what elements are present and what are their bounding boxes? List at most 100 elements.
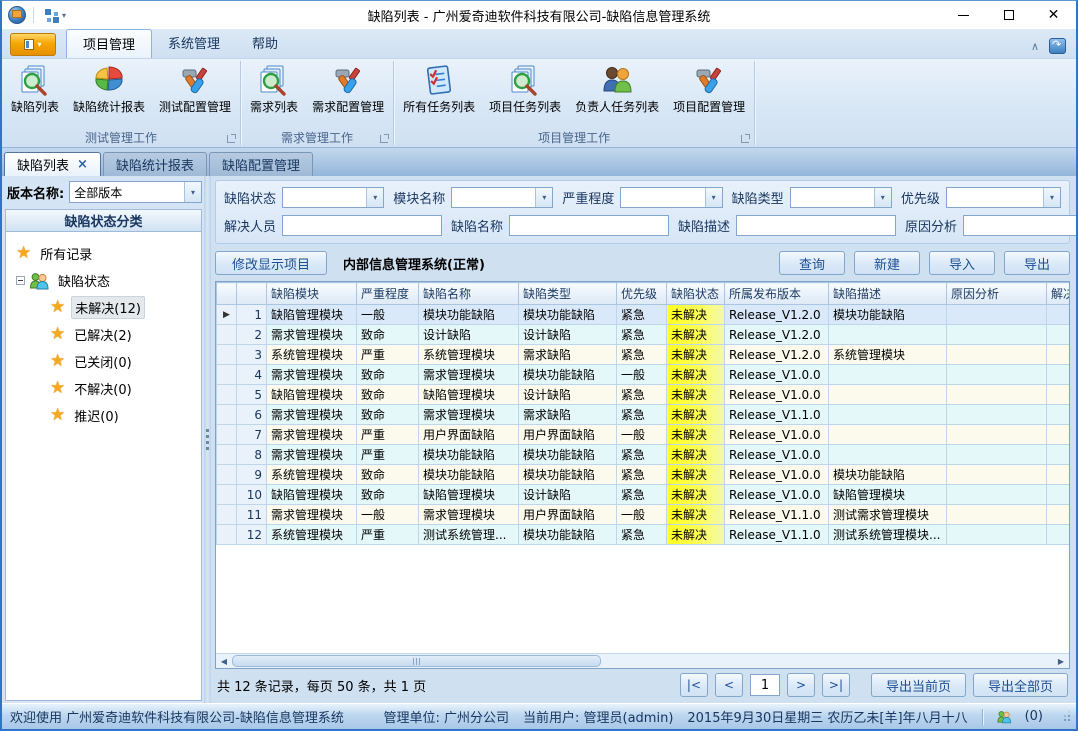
maximize-button[interactable]: [986, 1, 1031, 29]
cell-description[interactable]: 测试需求管理模块: [829, 505, 947, 525]
chevron-down-icon[interactable]: ▾: [874, 188, 891, 207]
cell-priority[interactable]: 一般: [617, 365, 667, 385]
cell-severity[interactable]: 致命: [357, 385, 419, 405]
application-menu-button[interactable]: ▾: [10, 33, 56, 56]
grid-column-header[interactable]: 缺陷模块: [267, 283, 357, 305]
document-tab[interactable]: 缺陷列表 ×: [4, 152, 101, 176]
cell-solution[interactable]: [1047, 485, 1070, 505]
cell-module[interactable]: 缺陷管理模块: [267, 305, 357, 325]
cell-status[interactable]: 未解决: [667, 345, 725, 365]
tree-item[interactable]: 缺陷状态: [16, 267, 197, 294]
cell-solution[interactable]: [1047, 345, 1070, 365]
table-row[interactable]: 10 缺陷管理模块 致命 缺陷管理模块 设计缺陷 紧急 未解决 Release_…: [217, 485, 1070, 505]
cell-description[interactable]: 缺陷管理模块: [829, 485, 947, 505]
cell-severity[interactable]: 严重: [357, 445, 419, 465]
cell-type[interactable]: 需求缺陷: [519, 345, 617, 365]
cell-severity[interactable]: 严重: [357, 425, 419, 445]
filter-input[interactable]: [736, 215, 896, 236]
next-page-button[interactable]: >: [787, 673, 815, 697]
grid-column-header[interactable]: 缺陷类型: [519, 283, 617, 305]
ribbon-button[interactable]: 项目配置管理: [666, 61, 752, 128]
cell-release[interactable]: Release_V1.0.0: [725, 465, 829, 485]
cell-release[interactable]: Release_V1.1.0: [725, 525, 829, 545]
cell-cause[interactable]: [947, 465, 1047, 485]
table-row[interactable]: 12 系统管理模块 严重 测试系统管理... 模块功能缺陷 紧急 未解决 Rel…: [217, 525, 1070, 545]
cell-severity[interactable]: 严重: [357, 525, 419, 545]
cell-status[interactable]: 未解决: [667, 485, 725, 505]
dialog-launcher-icon[interactable]: [380, 135, 388, 143]
action-button[interactable]: 新建: [854, 251, 920, 275]
ribbon-button[interactable]: 需求配置管理: [305, 61, 391, 128]
cell-severity[interactable]: 一般: [357, 305, 419, 325]
cell-cause[interactable]: [947, 325, 1047, 345]
cell-module[interactable]: 需求管理模块: [267, 445, 357, 465]
cell-module[interactable]: 系统管理模块: [267, 525, 357, 545]
cell-name[interactable]: 缺陷管理模块: [419, 485, 519, 505]
cell-cause[interactable]: [947, 505, 1047, 525]
tree-item[interactable]: ★ 推迟(0): [16, 402, 197, 429]
cell-release[interactable]: Release_V1.2.0: [725, 325, 829, 345]
table-row[interactable]: 3 系统管理模块 严重 系统管理模块 需求缺陷 紧急 未解决 Release_V…: [217, 345, 1070, 365]
cell-module[interactable]: 缺陷管理模块: [267, 485, 357, 505]
horizontal-scrollbar[interactable]: ◀ ▶: [216, 653, 1069, 668]
cell-priority[interactable]: 紧急: [617, 465, 667, 485]
cell-release[interactable]: Release_V1.0.0: [725, 445, 829, 465]
cell-type[interactable]: 模块功能缺陷: [519, 305, 617, 325]
grid-column-header[interactable]: 缺陷描述: [829, 283, 947, 305]
scrollbar-track[interactable]: [232, 654, 1053, 668]
cell-description[interactable]: [829, 365, 947, 385]
cell-solution[interactable]: [1047, 365, 1070, 385]
cell-module[interactable]: 需求管理模块: [267, 505, 357, 525]
chevron-down-icon[interactable]: ▾: [705, 188, 722, 207]
cell-status[interactable]: 未解决: [667, 405, 725, 425]
grid-column-header[interactable]: [237, 283, 267, 305]
cell-solution[interactable]: [1047, 465, 1070, 485]
cell-cause[interactable]: [947, 425, 1047, 445]
cell-description[interactable]: 模块功能缺陷: [829, 305, 947, 325]
cell-type[interactable]: 设计缺陷: [519, 485, 617, 505]
filter-input[interactable]: [963, 215, 1076, 236]
cell-description[interactable]: 系统管理模块: [829, 345, 947, 365]
filter-select[interactable]: ▾: [451, 187, 553, 208]
cell-status[interactable]: 未解决: [667, 465, 725, 485]
cell-cause[interactable]: [947, 345, 1047, 365]
cell-release[interactable]: Release_V1.2.0: [725, 305, 829, 325]
cell-priority[interactable]: 紧急: [617, 325, 667, 345]
ribbon-button[interactable]: 负责人任务列表: [568, 61, 666, 128]
cell-status[interactable]: 未解决: [667, 325, 725, 345]
cell-module[interactable]: 系统管理模块: [267, 345, 357, 365]
cell-description[interactable]: [829, 385, 947, 405]
cell-cause[interactable]: [947, 445, 1047, 465]
cell-module[interactable]: 缺陷管理模块: [267, 385, 357, 405]
cell-type[interactable]: 用户界面缺陷: [519, 505, 617, 525]
close-button[interactable]: ✕: [1031, 1, 1076, 29]
filter-select[interactable]: ▾: [790, 187, 892, 208]
resize-grip[interactable]: [1059, 710, 1072, 723]
cell-description[interactable]: 模块功能缺陷: [829, 465, 947, 485]
cell-release[interactable]: Release_V1.0.0: [725, 365, 829, 385]
grid-column-header[interactable]: 优先级: [617, 283, 667, 305]
table-row[interactable]: 11 需求管理模块 一般 需求管理模块 用户界面缺陷 一般 未解决 Releas…: [217, 505, 1070, 525]
table-row[interactable]: 2 需求管理模块 致命 设计缺陷 设计缺陷 紧急 未解决 Release_V1.…: [217, 325, 1070, 345]
cell-cause[interactable]: [947, 485, 1047, 505]
ribbon-button[interactable]: 需求列表: [243, 61, 305, 128]
tree-item[interactable]: ★ 未解决(12): [16, 294, 197, 321]
cell-type[interactable]: 模块功能缺陷: [519, 365, 617, 385]
scroll-left-icon[interactable]: ◀: [216, 654, 232, 668]
cell-type[interactable]: 需求缺陷: [519, 405, 617, 425]
chevron-down-icon[interactable]: ▾: [1043, 188, 1060, 207]
cell-name[interactable]: 设计缺陷: [419, 325, 519, 345]
cell-release[interactable]: Release_V1.2.0: [725, 345, 829, 365]
grid-column-header[interactable]: 严重程度: [357, 283, 419, 305]
ribbon-button[interactable]: 测试配置管理: [152, 61, 238, 128]
cell-solution[interactable]: [1047, 505, 1070, 525]
table-row[interactable]: ▶ 1 缺陷管理模块 一般 模块功能缺陷 模块功能缺陷 紧急 未解决 Relea…: [217, 305, 1070, 325]
export-current-page-button[interactable]: 导出当前页: [871, 673, 966, 697]
table-row[interactable]: 8 需求管理模块 严重 模块功能缺陷 模块功能缺陷 紧急 未解决 Release…: [217, 445, 1070, 465]
cell-name[interactable]: 模块功能缺陷: [419, 305, 519, 325]
cell-type[interactable]: 模块功能缺陷: [519, 445, 617, 465]
dialog-launcher-icon[interactable]: [741, 135, 749, 143]
prev-page-button[interactable]: <: [715, 673, 743, 697]
cell-status[interactable]: 未解决: [667, 505, 725, 525]
cell-severity[interactable]: 严重: [357, 345, 419, 365]
